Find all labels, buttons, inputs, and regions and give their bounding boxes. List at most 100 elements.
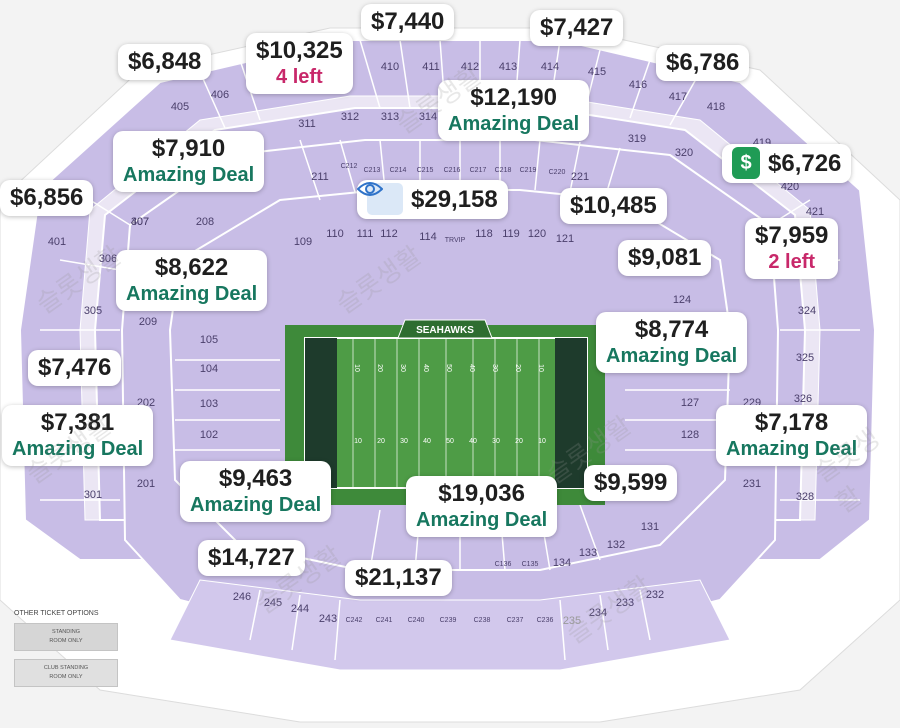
section-label-103: 103	[200, 398, 218, 410]
section-label-c136: C136	[495, 561, 512, 568]
yard-mark-top: 30	[399, 364, 406, 372]
section-label-211: 211	[311, 171, 329, 183]
yard-mark-top: 20	[514, 364, 521, 372]
ticket-price: $9,081	[628, 244, 702, 271]
price-pin[interactable]: $7,910 Amazing Deal	[113, 131, 265, 192]
section-label-413: 413	[499, 61, 517, 73]
price-pin[interactable]: $7,178 Amazing Deal	[716, 405, 868, 466]
yard-mark-bottom: 10	[354, 438, 362, 445]
price-pin[interactable]: $14,727	[198, 540, 305, 576]
ticket-price: $7,440	[371, 8, 445, 35]
price-pin[interactable]: $6,856	[0, 180, 94, 216]
ticket-price: $7,427	[540, 14, 614, 41]
yard-mark-bottom: 10	[538, 438, 546, 445]
price-pin[interactable]: $8,622 Amazing Deal	[116, 250, 268, 311]
yard-mark-bottom: 40	[423, 438, 431, 445]
other-ticket-options: OTHER TICKET OPTIONS STANDING ROOM ONLY …	[14, 610, 118, 695]
price-row: $8,774	[606, 315, 737, 344]
price-row: $7,959	[755, 221, 828, 250]
price-pin[interactable]: $21,137	[345, 560, 452, 596]
ticket-price: $9,463	[218, 465, 293, 492]
price-row: $7,910	[123, 134, 254, 163]
yard-marks-top: 10 20 30 40 50 40 30 20 10	[353, 364, 544, 372]
section-label-243: 243	[319, 613, 337, 625]
stadium-seat-map: SEAHAWKS 10 20 30 40 50 40 30 20 10 10 20 30 40 50 40…	[0, 0, 900, 728]
ticket-price: $10,485	[570, 192, 657, 219]
price-pin[interactable]: $7,381 Amazing Deal	[2, 405, 154, 466]
yard-mark-bottom: 20	[377, 438, 385, 445]
price-pin[interactable]: $7,427	[530, 10, 624, 46]
yard-mark-top: 40	[422, 364, 429, 372]
price-row: $6,848	[128, 47, 201, 76]
price-pin[interactable]: $19,036 Amazing Deal	[406, 476, 558, 537]
section-label-412: 412	[461, 61, 479, 73]
section-label-c240: C240	[408, 617, 425, 624]
price-pin[interactable]: $29,158	[357, 180, 508, 219]
standing-room-option[interactable]: STANDING ROOM ONLY	[14, 623, 118, 651]
price-pin[interactable]: $9,599	[584, 465, 678, 501]
section-label-112: 112	[380, 228, 398, 240]
price-row: $10,485	[570, 191, 657, 220]
section-label-415: 415	[588, 66, 606, 78]
price-pin[interactable]: $10,325 4 left	[246, 33, 353, 94]
section-label-244: 244	[291, 603, 309, 615]
section-label-411: 411	[422, 61, 440, 73]
ticket-price: $19,036	[438, 480, 525, 507]
price-pin[interactable]: $10,485	[560, 188, 667, 224]
club-standing-room-label: CLUB STANDING ROOM ONLY	[43, 665, 89, 680]
section-label-421: 421	[806, 206, 824, 218]
section-label-c239: C239	[440, 617, 457, 624]
price-pin[interactable]: $9,463 Amazing Deal	[180, 461, 332, 522]
section-label-405: 405	[171, 101, 189, 113]
section-label-201: 201	[137, 478, 155, 490]
price-pin[interactable]: $6,786	[656, 45, 750, 81]
section-label-307: 307	[131, 216, 149, 228]
price-pin[interactable]: $8,774 Amazing Deal	[596, 312, 748, 373]
section-label-325: 325	[796, 352, 814, 364]
ticket-price: $7,910	[151, 135, 226, 162]
dollar-badge-icon: $	[732, 147, 760, 179]
price-pin[interactable]: $ $6,726	[722, 144, 852, 183]
price-row: $7,476	[38, 353, 111, 382]
section-label-109: 109	[294, 236, 312, 248]
section-label-320: 320	[675, 147, 693, 159]
section-label-c212: C212	[341, 163, 358, 170]
section-label-104: 104	[200, 363, 218, 375]
price-pin[interactable]: $9,081	[618, 240, 712, 276]
section-label-131: 131	[641, 521, 659, 533]
ticket-price: $6,726	[768, 149, 842, 177]
section-label-132: 132	[607, 539, 625, 551]
section-label-111: 111	[357, 228, 374, 240]
price-pin[interactable]: $7,959 2 left	[745, 218, 839, 279]
amazing-deal-label: Amazing Deal	[190, 494, 322, 516]
amazing-deal-label: Amazing Deal	[606, 345, 738, 367]
section-label-301: 301	[84, 489, 102, 501]
section-label-trvip: TRVIP	[445, 237, 466, 244]
yard-mark-top: 30	[491, 364, 498, 372]
amazing-deal-label: Amazing Deal	[448, 113, 580, 135]
section-label-127: 127	[681, 397, 699, 409]
price-pin[interactable]: $7,440	[361, 4, 455, 40]
tickets-left-label: 2 left	[768, 251, 816, 273]
yard-marks-bottom: 10 20 30 40 50 40 30 20 10	[354, 438, 546, 445]
price-row: $6,786	[666, 48, 739, 77]
other-options-heading: OTHER TICKET OPTIONS	[14, 610, 99, 617]
section-label-c215: C215	[417, 167, 434, 174]
price-row: $10,325	[256, 36, 343, 65]
price-row: $7,440	[371, 7, 444, 36]
price-pin[interactable]: $12,190 Amazing Deal	[438, 80, 590, 141]
price-pin[interactable]: $7,476	[28, 350, 122, 386]
section-label-314: 314	[419, 111, 437, 123]
section-label-418: 418	[707, 101, 725, 113]
section-label-305: 305	[84, 305, 102, 317]
yard-mark-bottom: 40	[469, 438, 477, 445]
section-label-c242: C242	[346, 617, 363, 624]
club-standing-room-option[interactable]: CLUB STANDING ROOM ONLY	[14, 659, 118, 687]
yard-mark-top: 10	[537, 364, 544, 372]
price-row: $9,463	[190, 464, 321, 493]
price-pin[interactable]: $6,848	[118, 44, 212, 80]
section-label-311: 311	[298, 118, 316, 130]
section-label-313: 313	[381, 111, 399, 123]
tickets-left-label: 4 left	[276, 66, 323, 88]
section-label-231: 231	[743, 478, 761, 490]
